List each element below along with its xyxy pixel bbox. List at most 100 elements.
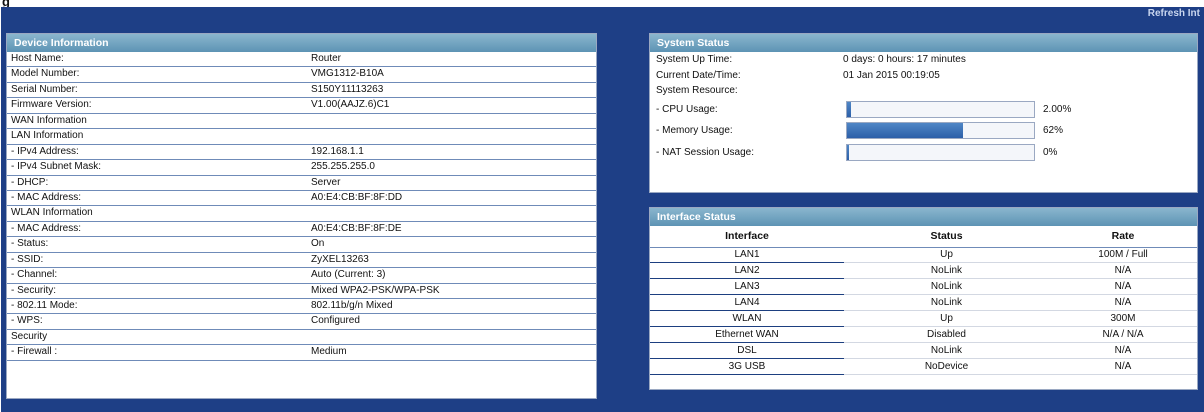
device-info-row: WLAN Information (7, 206, 596, 222)
interface-rate-cell: N/A (1049, 294, 1197, 312)
device-info-row: - Firewall : Medium (7, 345, 596, 361)
device-info-value: On (311, 238, 325, 250)
device-info-row: LAN Information (7, 129, 596, 145)
device-info-row: Firmware Version: V1.00(AAJZ.6)C1 (7, 98, 596, 114)
usage-progress-bar (846, 100, 1035, 118)
device-info-label: Security (11, 330, 48, 342)
device-info-value: 802.11b/g/n Mixed (311, 300, 393, 311)
device-info-row: - DHCP: Server (7, 176, 596, 191)
device-info-label: WAN Information (11, 114, 87, 126)
interface-status-table: Interface Status Rate LAN1 Up 100M / Full L… (650, 226, 1197, 375)
device-info-value: A0:E4:CB:BF:8F:DE (311, 222, 402, 234)
table-row: LAN1 Up 100M / Full (650, 247, 1197, 264)
interface-rate-cell: N/A (1049, 342, 1197, 359)
table-row: LAN2 NoLink N/A (650, 262, 1197, 280)
device-info-value: 255.255.255.0 (311, 161, 375, 173)
resource-usage-row: - CPU Usage: 2.00% (650, 99, 1197, 121)
system-resource-row: System Resource: (650, 83, 1197, 99)
device-info-value: Server (311, 176, 341, 188)
device-info-row: - MAC Address: A0:E4:CB:BF:8F:DE (7, 222, 596, 238)
table-row: 3G USB NoDevice N/A (650, 358, 1197, 375)
device-info-label: - DHCP: (11, 176, 49, 188)
device-information-panel: Device Information Host Name: Router Model… (6, 33, 597, 399)
device-info-label: - IPv4 Subnet Mask: (11, 161, 102, 173)
device-info-row: - MAC Address: A0:E4:CB:BF:8F:DD (7, 191, 596, 207)
usage-progress-bar (846, 143, 1035, 161)
interface-rate-cell: N/A (1049, 358, 1197, 375)
device-info-row: - IPv4 Subnet Mask: 255.255.255.0 (7, 160, 596, 176)
device-info-label: Host Name: (11, 53, 64, 64)
datetime-row: Current Date/Time: 01 Jan 2015 00:19:05 (650, 68, 1197, 84)
device-info-value: Mixed WPA2-PSK/WPA-PSK (311, 284, 440, 296)
interface-status-cell: NoDevice (844, 358, 1049, 375)
device-info-row: - 802.11 Mode: 802.11b/g/n Mixed (7, 299, 596, 315)
table-row: Ethernet WAN Disabled N/A / N/A (650, 326, 1197, 343)
device-info-label: - Status: (11, 238, 49, 250)
datetime-value: 01 Jan 2015 00:19:05 (843, 69, 940, 81)
resource-usage-list: - CPU Usage: 2.00% - Memory Usage: 62% - N… (650, 99, 1197, 164)
device-info-label: - MAC Address: (11, 222, 82, 234)
device-info-row: Host Name: Router (7, 52, 596, 68)
table-header-row: Interface Status Rate (650, 226, 1197, 248)
device-info-label: - 802.11 Mode: (11, 300, 78, 311)
up-time-value: 0 days: 0 hours: 17 minutes (843, 54, 966, 65)
resource-usage-label: - NAT Session Usage: (656, 146, 755, 158)
device-info-value: S150Y11113263 (311, 83, 384, 95)
up-time-label: System Up Time: (656, 54, 733, 65)
usage-percent: 62% (1043, 125, 1064, 136)
device-info-row: - IPv4 Address: 192.168.1.1 (7, 145, 596, 161)
device-info-row: - Status: On (7, 237, 596, 253)
interface-rate-cell: N/A (1049, 278, 1197, 296)
interface-status-cell: NoLink (844, 262, 1049, 280)
interface-status-cell: NoLink (844, 342, 1049, 359)
device-info-value: 192.168.1.1 (311, 145, 364, 157)
device-info-label: - Channel: (11, 269, 58, 281)
device-info-label: - WPS: (11, 315, 43, 327)
interface-status-cell: NoLink (844, 294, 1049, 312)
interface-name-cell: DSL (650, 342, 844, 359)
device-info-row: Serial Number: S150Y11113263 (7, 83, 596, 99)
interface-status-panel: Interface Status Interface Status Rate L… (649, 207, 1198, 390)
device-info-row: - WPS: Configured (7, 314, 596, 330)
column-header-status: Status (844, 226, 1049, 248)
device-info-value: ZyXEL13263 (311, 253, 369, 265)
device-info-label: - MAC Address: (11, 191, 82, 203)
device-info-label: WLAN Information (11, 207, 93, 219)
device-info-label: - Firewall : (11, 346, 58, 358)
system-status-panel: System Status System Up Time: 0 days: 0 … (649, 33, 1198, 193)
usage-progress-bar (846, 122, 1035, 139)
interface-status-cell: Up (844, 247, 1049, 264)
usage-progress-fill (847, 101, 851, 117)
usage-percent: 0% (1043, 146, 1058, 158)
interface-status-cell: Up (844, 310, 1049, 327)
device-info-label: Firmware Version: (11, 99, 92, 111)
refresh-interval-link[interactable]: Refresh Int (1148, 8, 1200, 19)
up-time-row: System Up Time: 0 days: 0 hours: 17 minu… (650, 52, 1197, 68)
column-header-interface: Interface (650, 226, 844, 248)
device-info-value: Configured (311, 315, 360, 327)
device-information-list: Host Name: Router Model Number: VMG1312-B10… (7, 52, 596, 361)
interface-rate-cell: N/A / N/A (1049, 326, 1197, 343)
interface-status-cell: Disabled (844, 326, 1049, 343)
table-row: LAN3 NoLink N/A (650, 278, 1197, 296)
device-info-row: Model Number: VMG1312-B10A (7, 67, 596, 83)
resource-usage-row: - Memory Usage: 62% (650, 120, 1197, 142)
table-row: DSL NoLink N/A (650, 342, 1197, 359)
interface-rate-cell: 100M / Full (1049, 247, 1197, 264)
interface-name-cell: WLAN (650, 310, 844, 327)
usage-percent: 2.00% (1043, 103, 1072, 115)
device-info-label: Model Number: (11, 68, 80, 80)
column-header-rate: Rate (1049, 226, 1197, 248)
device-information-title: Device Information (7, 34, 596, 52)
resource-usage-label: - CPU Usage: (656, 103, 718, 115)
device-info-label: - SSID: (11, 253, 44, 265)
device-info-value: V1.00(AAJZ.6)C1 (311, 99, 390, 111)
datetime-label: Current Date/Time: (656, 69, 741, 81)
device-info-label: - Security: (11, 284, 57, 296)
device-info-row: - SSID: ZyXEL13263 (7, 253, 596, 269)
system-status-title: System Status (650, 34, 1197, 52)
interface-rate-cell: N/A (1049, 262, 1197, 280)
usage-progress-fill (847, 123, 963, 138)
usage-progress-fill (847, 144, 850, 160)
table-row: LAN4 NoLink N/A (650, 294, 1197, 312)
